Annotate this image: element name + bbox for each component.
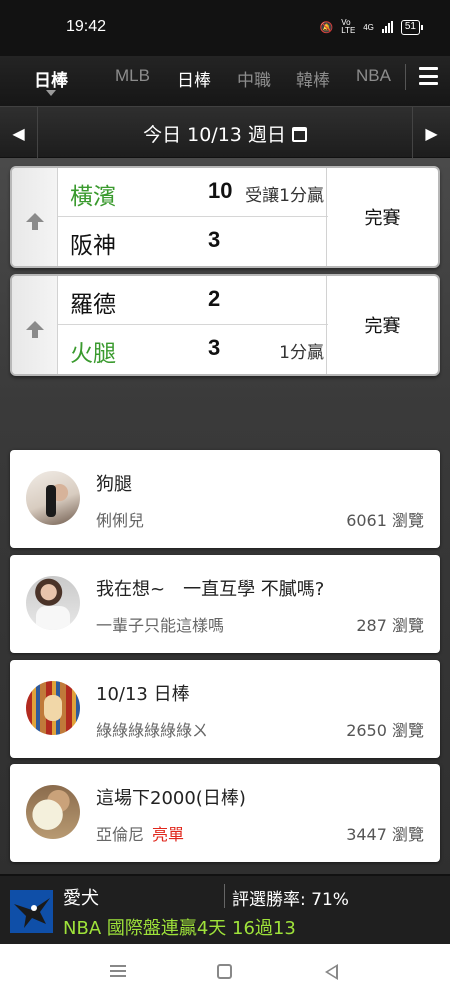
next-day-button[interactable]: ▶	[412, 107, 450, 159]
game-card[interactable]: 羅德 2 火腿 3 1分贏 完賽	[10, 274, 440, 376]
team-name: 橫濱	[70, 184, 116, 210]
battery-icon: 51	[400, 19, 424, 35]
post-item[interactable]: 這場下2000(日棒) 亞倫尼 亮單 3447 瀏覽	[10, 764, 440, 862]
network-label: 4G	[363, 22, 374, 32]
team-name: 阪神	[70, 233, 116, 259]
avatar	[26, 785, 80, 839]
post-title: 狗腿	[96, 474, 132, 495]
post-views: 6061 瀏覽	[346, 511, 424, 530]
team-row: 橫濱 10 受讓1分贏	[58, 168, 328, 217]
sport-nav: 日棒 MLB 日棒 中職 韓棒 NBA	[0, 56, 450, 106]
team-row: 阪神 3	[58, 217, 328, 266]
post-views: 2650 瀏覽	[346, 721, 424, 740]
tab-kbo[interactable]: 韓棒	[296, 66, 330, 91]
date-selector[interactable]: 今日 10/13 週日	[0, 120, 450, 147]
post-author: 俐俐兒	[96, 511, 145, 530]
promo-banner[interactable]: 愛犬 評選勝率: 71% NBA 國際盤連贏4天 16過13	[0, 874, 450, 944]
tab-npb[interactable]: 日棒	[177, 66, 211, 91]
team-row: 羅德 2	[58, 276, 328, 325]
status-icons: 🔕 Vo LTE 4G 51	[319, 18, 424, 35]
pin-up-icon	[25, 320, 44, 338]
tab-cpbl[interactable]: 中職	[237, 66, 271, 91]
post-tag: 亮單	[152, 825, 185, 844]
team-row: 火腿 3 1分贏	[58, 325, 328, 374]
banner-username: 愛犬	[63, 888, 99, 909]
pin-button[interactable]	[12, 168, 58, 266]
recent-apps-icon[interactable]	[110, 965, 126, 977]
signal-icon	[381, 21, 393, 33]
back-icon[interactable]	[325, 964, 338, 980]
current-sport-selector[interactable]: 日棒	[34, 66, 68, 91]
pin-button[interactable]	[12, 276, 58, 374]
date-bar: ◀ 今日 10/13 週日 ▶	[0, 106, 450, 159]
home-icon[interactable]	[217, 964, 232, 979]
game-card[interactable]: 橫濱 10 受讓1分贏 阪神 3 完賽	[10, 166, 440, 268]
volte-icon: Vo LTE	[341, 18, 356, 35]
menu-icon[interactable]	[419, 67, 438, 85]
status-time: 19:42	[66, 18, 107, 35]
tab-nba[interactable]: NBA	[356, 66, 391, 86]
team-name: 羅德	[70, 292, 116, 318]
team-name: 火腿	[70, 341, 116, 367]
post-title: 我在想~ 一直互學 不膩嗎?	[96, 579, 325, 600]
caret-down-icon	[46, 90, 56, 96]
avatar	[26, 576, 80, 630]
team-note: 1分贏	[279, 343, 324, 363]
team-score: 2	[208, 286, 221, 311]
post-author: 綠綠綠綠綠綠ㄨ	[96, 721, 209, 740]
banner-promo-text: NBA 國際盤連贏4天 16過13	[63, 918, 296, 939]
banner-divider	[224, 884, 225, 908]
post-item[interactable]: 我在想~ 一直互學 不膩嗎? 一輩子只能這樣嗎 287 瀏覽	[10, 555, 440, 653]
team-score: 3	[208, 335, 221, 360]
team-score: 3	[208, 227, 221, 252]
avatar	[26, 681, 80, 735]
date-label: 今日 10/13 週日	[143, 124, 286, 146]
post-author: 一輩子只能這樣嗎	[96, 616, 225, 635]
status-bar: 19:42 🔕 Vo LTE 4G 51	[0, 0, 450, 56]
nav-divider	[405, 64, 406, 90]
team-note: 受讓1分贏	[245, 186, 324, 206]
post-item[interactable]: 狗腿 俐俐兒 6061 瀏覽	[10, 450, 440, 548]
eagle-logo-icon	[10, 890, 53, 933]
post-views: 3447 瀏覽	[346, 825, 424, 844]
pin-up-icon	[25, 212, 44, 230]
post-title: 這場下2000(日棒)	[96, 788, 246, 809]
post-author: 亞倫尼 亮單	[96, 825, 185, 844]
game-status: 完賽	[326, 168, 438, 266]
avatar	[26, 471, 80, 525]
post-title: 10/13 日棒	[96, 684, 190, 705]
mute-icon: 🔕	[319, 21, 334, 34]
system-nav-bar	[0, 944, 450, 1000]
tab-mlb[interactable]: MLB	[115, 66, 150, 86]
banner-win-rate: 評選勝率: 71%	[232, 890, 349, 910]
team-score: 10	[208, 178, 233, 203]
calendar-icon	[291, 127, 307, 142]
post-item[interactable]: 10/13 日棒 綠綠綠綠綠綠ㄨ 2650 瀏覽	[10, 660, 440, 758]
game-status: 完賽	[326, 276, 438, 374]
arrow-right-icon: ▶	[425, 123, 438, 143]
post-views: 287 瀏覽	[356, 616, 424, 635]
